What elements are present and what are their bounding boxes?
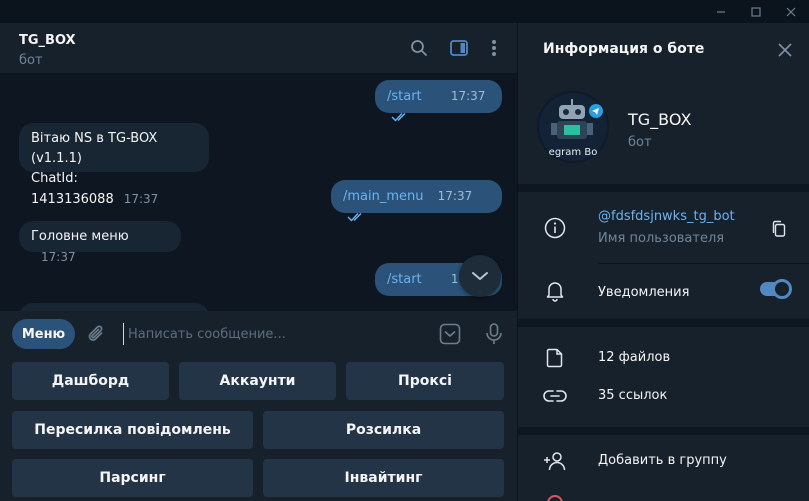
message-text: Головне меню [31, 229, 129, 244]
message-composer: Меню [0, 311, 517, 357]
copy-icon[interactable] [767, 217, 791, 241]
message-time: 17:37 [437, 189, 473, 203]
keyboard-button-dashboard[interactable]: Дашборд [12, 362, 169, 400]
section-separator [518, 319, 809, 327]
file-icon [543, 346, 567, 370]
chat-header[interactable]: TG_BOX бот [0, 23, 517, 74]
link-icon [543, 384, 567, 408]
close-window-icon[interactable] [778, 0, 804, 23]
notifications-toggle[interactable] [760, 279, 792, 299]
block-bot-icon[interactable] [547, 495, 563, 501]
scroll-down-button[interactable] [459, 255, 501, 297]
sticker-icon[interactable] [437, 321, 463, 347]
search-icon[interactable] [408, 37, 430, 59]
bot-menu-button[interactable]: Меню [12, 319, 75, 349]
avatar-caption: egram Bo [548, 147, 598, 158]
username-label: Имя пользователя [598, 231, 725, 246]
close-icon[interactable] [774, 39, 796, 61]
attach-icon[interactable] [84, 321, 110, 347]
message-time: 17:37 [41, 250, 76, 264]
message-input[interactable] [123, 323, 413, 345]
info-icon [543, 216, 567, 240]
keyboard-button-forwarding[interactable]: Пересилка повідомлень [12, 411, 253, 449]
add-to-group-button[interactable]: Добавить в группу [598, 453, 727, 468]
message-outgoing[interactable]: /start 17:37 [375, 80, 502, 122]
command-text[interactable]: /start [387, 89, 422, 104]
notifications-label: Уведомления [598, 285, 690, 300]
minimize-icon[interactable] [708, 0, 734, 23]
message-line: ChatId: 1413136088 [31, 171, 114, 207]
read-check-icon [391, 112, 406, 122]
command-text[interactable]: /main_menu [343, 189, 424, 204]
maximize-icon[interactable] [743, 0, 769, 23]
keyboard-button-accounts[interactable]: Аккаунти [179, 362, 336, 400]
keyboard-button-parsing[interactable]: Парсинг [12, 459, 253, 497]
keyboard-button-proxy[interactable]: Проксі [346, 362, 504, 400]
message-incoming[interactable]: Головне меню 17:37 [19, 221, 181, 264]
chevron-down-icon [472, 272, 488, 280]
bot-info-panel: Информация о боте egram Bo TG_BOX бот @f… [517, 23, 809, 501]
message-list[interactable]: /start 17:37 Вітаю NS в TG-BOX (v1.1.1) … [0, 75, 517, 311]
username-link[interactable]: @fdsfdsjnwks_tg_bot [598, 209, 735, 224]
message-line: Вітаю NS в TG-BOX (v1.1.1) [31, 131, 158, 166]
chat-area: TG_BOX бот /start 17:37 Вітаю NS в TG-BO… [0, 23, 517, 501]
add-user-icon [543, 449, 567, 473]
bot-type: бот [628, 135, 652, 150]
toggle-knob [772, 279, 792, 299]
message-time: 17:37 [123, 192, 159, 206]
shared-files[interactable]: 12 файлов [598, 350, 670, 365]
keyboard-button-mailing[interactable]: Розсилка [263, 411, 504, 449]
panel-title: Информация о боте [543, 41, 705, 57]
avatar[interactable]: egram Bo [537, 91, 609, 163]
bot-name: TG_BOX [628, 110, 692, 129]
message-incoming[interactable]: Вітаю NS в TG-BOX (v1.1.1) ChatId: 14131… [19, 123, 209, 207]
command-text[interactable]: /start [387, 272, 422, 287]
chat-title[interactable]: TG_BOX [19, 33, 76, 48]
section-separator [518, 184, 809, 192]
sidebar-toggle-icon[interactable] [448, 37, 470, 59]
bot-keyboard: Дашборд Аккаунти Проксі Пересилка повідо… [0, 357, 517, 501]
telegram-window: TG_BOX бот /start 17:37 Вітаю NS в TG-BO… [0, 0, 809, 501]
keyboard-button-inviting[interactable]: Інвайтинг [263, 459, 504, 497]
read-check-icon [347, 212, 362, 222]
message-incoming-partial[interactable] [19, 303, 209, 311]
microphone-icon[interactable] [481, 321, 507, 347]
window-titlebar [0, 0, 809, 23]
chat-subtitle: бот [19, 53, 43, 68]
message-time: 17:37 [450, 89, 486, 103]
more-vertical-icon[interactable] [483, 37, 505, 59]
shared-links[interactable]: 35 ссылок [598, 388, 667, 403]
section-separator [518, 427, 809, 435]
row-divider [598, 263, 809, 264]
bell-icon [543, 279, 567, 303]
message-outgoing[interactable]: /main_menu 17:37 [331, 180, 502, 222]
